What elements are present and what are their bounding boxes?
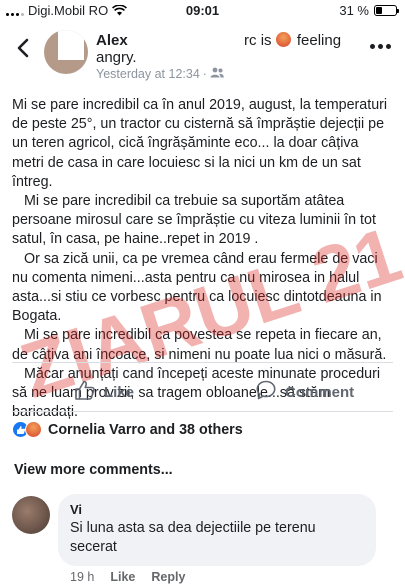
dot-separator: · xyxy=(202,67,207,81)
view-more-comments-link[interactable]: View more comments... xyxy=(14,462,173,478)
author-name[interactable]: Alex xyxy=(96,32,128,49)
angry-emoji-icon xyxy=(275,32,291,47)
speech-bubble-icon xyxy=(255,379,277,405)
name-redaction xyxy=(131,33,240,50)
comment-text: Si luna asta sa dea dejectiile pe terenu… xyxy=(70,520,316,555)
battery-percent: 31 % xyxy=(339,3,369,18)
battery-icon xyxy=(374,5,399,16)
comment-bubble: Vi Si luna asta sa dea dejectiile pe ter… xyxy=(58,494,376,566)
reactions-text: Cornelia Varro and 38 others xyxy=(48,421,243,438)
battery-level xyxy=(376,7,382,14)
comment-reply-button[interactable]: Reply xyxy=(151,570,185,584)
status-right: 31 % xyxy=(339,3,399,18)
post-actions: Like Comment xyxy=(0,375,405,407)
author-line: Alex rc is feeling xyxy=(96,32,346,50)
commenter-name-visible: Vi xyxy=(70,502,83,517)
comment-button[interactable]: Comment xyxy=(255,379,354,405)
comment-age: 19 h xyxy=(70,570,95,584)
more-options-icon[interactable] xyxy=(370,44,391,49)
post-paragraph: Or sa zică unii, ca pe vremea când erau … xyxy=(12,250,382,325)
post-paragraph: Mi se pare incredibil ca povestea se rep… xyxy=(12,327,387,363)
post-timestamp[interactable]: Yesterday at 12:34 xyxy=(96,67,200,81)
status-bar: Digi.Mobil RO 09:01 31 % xyxy=(0,0,405,22)
commenter-name-redaction xyxy=(85,504,146,518)
name-suffix: rc is xyxy=(244,32,272,49)
avatar-redaction xyxy=(58,30,84,60)
comment-meta: 19 h Like Reply xyxy=(70,570,185,584)
divider xyxy=(12,411,393,412)
commenter-name[interactable]: Vi xyxy=(70,502,364,518)
like-label: Like xyxy=(104,383,135,401)
comment-label: Comment xyxy=(285,383,355,401)
post-paragraph: Mi se pare incredibil ca în anul 2019, a… xyxy=(12,97,388,190)
back-arrow-icon[interactable] xyxy=(12,36,36,60)
angry-reaction-icon xyxy=(25,421,42,438)
reactions-summary[interactable]: Cornelia Varro and 38 others xyxy=(12,421,243,438)
thumbs-up-icon xyxy=(74,379,96,405)
post-header: Alex rc is feeling angry. Yesterday at 1… xyxy=(0,26,405,81)
comment: Vi Si luna asta sa dea dejectiile pe ter… xyxy=(10,494,395,588)
comment-like-button[interactable]: Like xyxy=(110,570,135,584)
like-button[interactable]: Like xyxy=(74,379,134,405)
post-meta: Yesterday at 12:34 · xyxy=(96,67,224,81)
feeling-word: feeling xyxy=(296,32,342,49)
divider xyxy=(12,362,393,363)
post-paragraph: Mi se pare incredibil ca trebuie sa supo… xyxy=(12,193,376,248)
feeling-text: angry. xyxy=(96,49,137,66)
post-body: Mi se pare incredibil ca în anul 2019, a… xyxy=(12,96,393,422)
author-avatar[interactable] xyxy=(44,30,88,74)
friends-audience-icon xyxy=(210,67,224,81)
commenter-avatar[interactable] xyxy=(12,496,50,534)
